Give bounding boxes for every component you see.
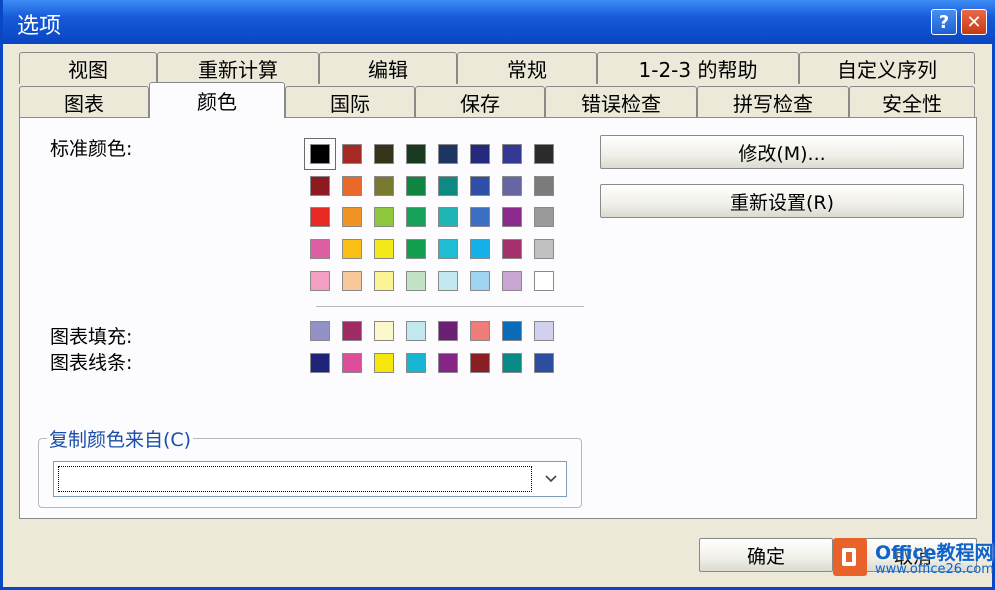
color-swatch[interactable]: [374, 271, 394, 291]
color-swatch[interactable]: [342, 271, 362, 291]
color-swatch[interactable]: [406, 144, 426, 164]
tab-edit[interactable]: 编辑: [319, 52, 457, 84]
ok-button[interactable]: 确定: [699, 538, 833, 572]
color-swatch[interactable]: [534, 144, 554, 164]
title-bar[interactable]: 选项 ? ✕: [3, 0, 995, 44]
chart-line-swatch[interactable]: [438, 353, 458, 373]
color-swatch[interactable]: [310, 144, 330, 164]
tab-recalc[interactable]: 重新计算: [157, 52, 319, 84]
color-swatch[interactable]: [342, 144, 362, 164]
chart-line-swatch[interactable]: [342, 353, 362, 373]
color-swatch[interactable]: [406, 207, 426, 227]
color-swatch[interactable]: [310, 239, 330, 259]
color-swatch[interactable]: [470, 271, 490, 291]
office26-watermark: Office教程网 www.office26.com: [829, 532, 994, 584]
color-swatch[interactable]: [534, 239, 554, 259]
copy-colors-select[interactable]: [53, 461, 567, 497]
chart-lines-label: 图表线条:: [50, 352, 133, 374]
copy-colors-group: 复制颜色来自(C): [38, 425, 582, 508]
color-swatch[interactable]: [406, 239, 426, 259]
chart-fill-swatch[interactable]: [438, 321, 458, 341]
chart-fill-label: 图表填充:: [50, 326, 133, 348]
color-swatch[interactable]: [374, 144, 394, 164]
tab-view[interactable]: 视图: [19, 52, 157, 84]
chart-line-swatch[interactable]: [310, 353, 330, 373]
color-swatch[interactable]: [342, 207, 362, 227]
color-swatch[interactable]: [438, 176, 458, 196]
tab-security[interactable]: 安全性: [849, 86, 975, 118]
chart-fill-swatch[interactable]: [502, 321, 522, 341]
chart-line-swatch[interactable]: [534, 353, 554, 373]
color-swatch[interactable]: [502, 144, 522, 164]
color-swatch[interactable]: [534, 176, 554, 196]
office-logo-icon: [833, 538, 867, 576]
color-swatch[interactable]: [470, 239, 490, 259]
tab-save[interactable]: 保存: [415, 86, 545, 118]
color-swatch[interactable]: [534, 207, 554, 227]
dialog-title: 选项: [17, 14, 62, 39]
color-swatch[interactable]: [310, 207, 330, 227]
chart-fill-swatch[interactable]: [374, 321, 394, 341]
color-swatch[interactable]: [502, 239, 522, 259]
chart-fill-swatch[interactable]: [470, 321, 490, 341]
copy-colors-label: 复制颜色来自(C): [47, 425, 194, 452]
chevron-down-icon[interactable]: [540, 466, 562, 492]
chart-fill-swatch[interactable]: [310, 321, 330, 341]
options-dialog: 选项 ? ✕ 视图 重新计算 编辑 常规 1-2-3 的帮助 自定义序列 图表 …: [0, 0, 995, 590]
chart-line-swatch[interactable]: [502, 353, 522, 373]
tab-general[interactable]: 常规: [457, 52, 597, 84]
color-swatch[interactable]: [374, 239, 394, 259]
color-swatch[interactable]: [310, 176, 330, 196]
color-swatch[interactable]: [438, 207, 458, 227]
watermark-url: www.office26.com: [875, 562, 994, 577]
color-swatch[interactable]: [470, 207, 490, 227]
chart-fill-swatch[interactable]: [342, 321, 362, 341]
color-swatch[interactable]: [502, 207, 522, 227]
tab-error-checking[interactable]: 错误检查: [545, 86, 697, 118]
color-swatch[interactable]: [342, 239, 362, 259]
tab-chart[interactable]: 图表: [19, 86, 149, 118]
color-swatch[interactable]: [438, 239, 458, 259]
tab-spelling[interactable]: 拼写检查: [697, 86, 849, 118]
chart-fill-swatch[interactable]: [534, 321, 554, 341]
color-swatch[interactable]: [406, 271, 426, 291]
chart-line-swatch[interactable]: [406, 353, 426, 373]
tab-international[interactable]: 国际: [285, 86, 415, 118]
tab-color[interactable]: 颜色: [149, 82, 285, 118]
color-swatch[interactable]: [438, 144, 458, 164]
chart-line-swatch[interactable]: [374, 353, 394, 373]
color-swatch[interactable]: [374, 207, 394, 227]
color-swatch[interactable]: [438, 271, 458, 291]
watermark-title: Office教程网: [875, 542, 994, 564]
color-swatch[interactable]: [374, 176, 394, 196]
palette-divider: [316, 306, 584, 307]
color-swatch[interactable]: [310, 271, 330, 291]
color-swatch[interactable]: [502, 176, 522, 196]
tab-custom-lists[interactable]: 自定义序列: [799, 52, 975, 84]
copy-colors-value: [58, 466, 532, 492]
color-swatch[interactable]: [470, 176, 490, 196]
color-swatch[interactable]: [534, 271, 554, 291]
chart-line-swatch[interactable]: [470, 353, 490, 373]
reset-button[interactable]: 重新设置(R): [600, 184, 964, 218]
tab-lotus-help[interactable]: 1-2-3 的帮助: [597, 52, 799, 84]
color-swatch[interactable]: [406, 176, 426, 196]
color-tab-panel: 标准颜色: 图表填充: 图表线条: 修改(M)... 重新设置(R) 复制颜色来…: [19, 117, 977, 519]
color-swatch[interactable]: [342, 176, 362, 196]
standard-colors-label: 标准颜色:: [50, 138, 133, 160]
close-button[interactable]: ✕: [961, 9, 987, 35]
modify-button[interactable]: 修改(M)...: [600, 135, 964, 169]
color-swatch[interactable]: [470, 144, 490, 164]
chart-fill-swatch[interactable]: [406, 321, 426, 341]
color-swatch[interactable]: [502, 271, 522, 291]
help-button[interactable]: ?: [931, 9, 957, 35]
